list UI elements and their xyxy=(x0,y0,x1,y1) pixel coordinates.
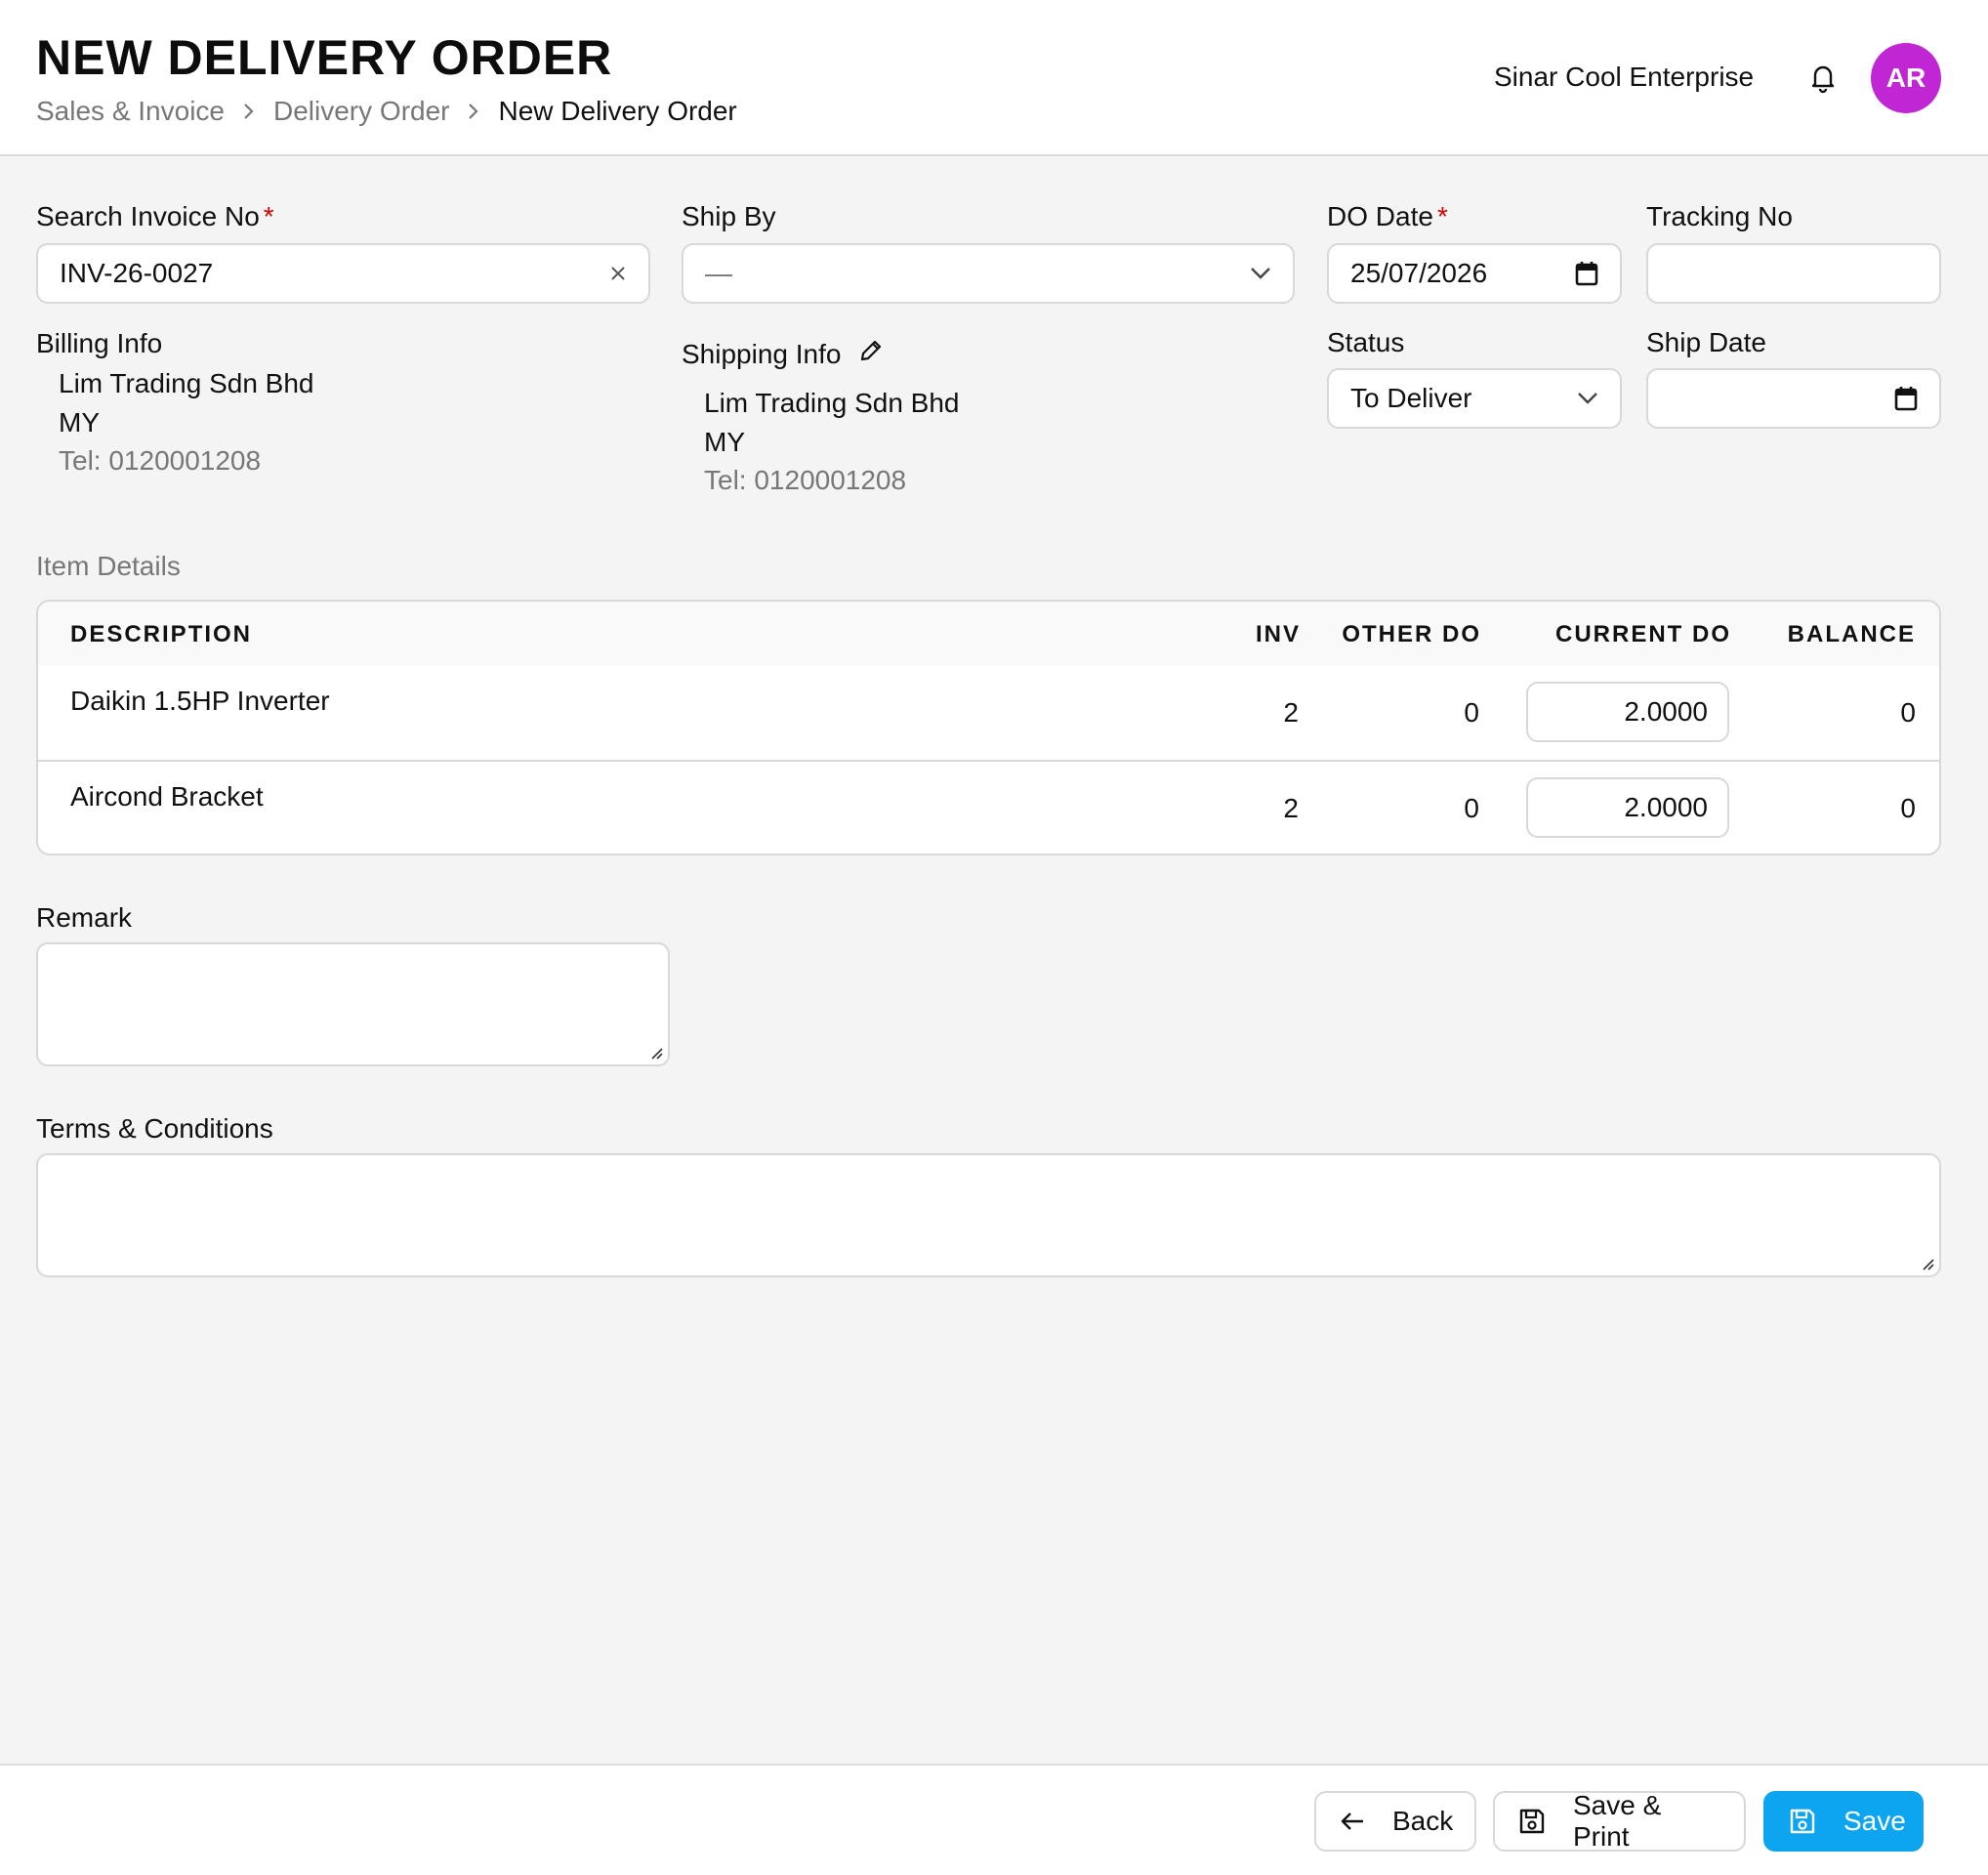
shipping-country: MY xyxy=(704,427,745,457)
ship-date-input[interactable] xyxy=(1646,368,1941,429)
row-description: Daikin 1.5HP Inverter xyxy=(70,686,330,716)
row-description: Aircond Bracket xyxy=(70,781,264,812)
required-mark: * xyxy=(1436,201,1448,231)
save-button-label: Save xyxy=(1843,1806,1906,1836)
row-other-do: 0 xyxy=(1464,697,1479,728)
do-date-label: DO Date * xyxy=(1327,201,1448,232)
shipping-name: Lim Trading Sdn Bhd xyxy=(704,388,960,418)
table-header: DESCRIPTION INV OTHER DO CURRENT DO BALA… xyxy=(38,602,1939,666)
terms-label: Terms & Conditions xyxy=(36,1113,273,1144)
remark-textarea[interactable] xyxy=(36,942,670,1066)
chevron-down-icon xyxy=(1250,267,1271,280)
item-details-table: DESCRIPTION INV OTHER DO CURRENT DO BALA… xyxy=(36,600,1941,855)
avatar[interactable]: AR xyxy=(1871,43,1941,113)
calendar-icon[interactable] xyxy=(1894,386,1918,411)
do-date-value[interactable]: 25/07/2026 xyxy=(1350,258,1575,289)
ship-by-label: Ship By xyxy=(682,201,776,231)
required-mark: * xyxy=(263,201,274,231)
bell-icon[interactable] xyxy=(1806,61,1840,94)
row-other-do: 0 xyxy=(1464,793,1479,823)
table-row: Daikin 1.5HP Inverter 2 0 2.0000 0 xyxy=(38,666,1939,762)
col-description: DESCRIPTION xyxy=(70,621,253,647)
row-balance: 0 xyxy=(1900,793,1916,823)
billing-country: MY xyxy=(59,407,100,438)
terms-textarea[interactable] xyxy=(36,1153,1941,1277)
status-select[interactable]: To Deliver xyxy=(1327,368,1622,429)
chevron-down-icon xyxy=(1577,392,1598,405)
row-inv: 2 xyxy=(1283,697,1299,728)
calendar-icon[interactable] xyxy=(1575,261,1598,286)
floppy-disk-icon xyxy=(1789,1808,1816,1835)
back-button[interactable]: Back xyxy=(1314,1791,1476,1852)
col-inv: INV xyxy=(1255,621,1301,647)
ship-by-value: — xyxy=(705,258,732,288)
arrow-left-icon xyxy=(1340,1811,1365,1832)
chevron-right-icon xyxy=(242,102,256,121)
page-title: NEW DELIVERY ORDER xyxy=(36,30,613,85)
status-value: To Deliver xyxy=(1350,383,1472,413)
app-header: NEW DELIVERY ORDER Sales & Invoice Deliv… xyxy=(0,0,1988,156)
status-label: Status xyxy=(1327,327,1405,357)
resize-handle-icon[interactable] xyxy=(648,1045,664,1061)
col-balance: BALANCE xyxy=(1787,621,1916,647)
footer-action-bar: Back Save & Print Save xyxy=(0,1764,1988,1875)
breadcrumb-current: New Delivery Order xyxy=(498,96,737,126)
search-invoice-label-text: Search Invoice No xyxy=(36,201,260,231)
search-invoice-value[interactable]: INV-26-0027 xyxy=(60,258,609,289)
tracking-no-label: Tracking No xyxy=(1646,201,1793,231)
save-button[interactable]: Save xyxy=(1763,1791,1924,1852)
floppy-disk-icon xyxy=(1518,1808,1546,1835)
row-balance: 0 xyxy=(1900,697,1916,728)
billing-info-label: Billing Info xyxy=(36,328,163,358)
save-print-button-label: Save & Print xyxy=(1573,1790,1662,1852)
chevron-right-icon xyxy=(467,102,480,121)
close-icon[interactable] xyxy=(609,265,627,282)
billing-name: Lim Trading Sdn Bhd xyxy=(59,368,314,398)
company-name[interactable]: Sinar Cool Enterprise xyxy=(1494,62,1754,93)
col-other-do: OTHER DO xyxy=(1342,621,1481,647)
search-invoice-input[interactable]: INV-26-0027 xyxy=(36,243,650,304)
back-button-label: Back xyxy=(1392,1806,1454,1836)
tracking-no-input[interactable] xyxy=(1646,243,1941,304)
shipping-tel: Tel: 0120001208 xyxy=(704,465,907,495)
pencil-icon[interactable] xyxy=(858,338,884,370)
row-inv: 2 xyxy=(1283,793,1299,823)
resize-handle-icon[interactable] xyxy=(1920,1256,1935,1271)
ship-by-select[interactable]: — xyxy=(682,243,1295,304)
current-do-input[interactable]: 2.0000 xyxy=(1526,777,1729,838)
remark-label: Remark xyxy=(36,902,133,933)
breadcrumb: Sales & Invoice Delivery Order New Deliv… xyxy=(36,96,737,127)
col-current-do: CURRENT DO xyxy=(1555,621,1731,647)
search-invoice-label: Search Invoice No * xyxy=(36,201,274,232)
billing-tel: Tel: 0120001208 xyxy=(59,445,262,476)
current-do-input[interactable]: 2.0000 xyxy=(1526,682,1729,742)
do-date-input[interactable]: 25/07/2026 xyxy=(1327,243,1622,304)
breadcrumb-delivery-order[interactable]: Delivery Order xyxy=(273,96,449,127)
breadcrumb-sales-invoice[interactable]: Sales & Invoice xyxy=(36,96,225,127)
do-date-label-text: DO Date xyxy=(1327,201,1433,231)
ship-date-label: Ship Date xyxy=(1646,327,1766,357)
shipping-info-label: Shipping Info xyxy=(682,338,884,370)
item-details-label: Item Details xyxy=(36,551,181,581)
shipping-info-label-text: Shipping Info xyxy=(682,338,842,369)
table-row: Aircond Bracket 2 0 2.0000 0 xyxy=(38,762,1939,854)
save-print-button[interactable]: Save & Print xyxy=(1493,1790,1746,1852)
